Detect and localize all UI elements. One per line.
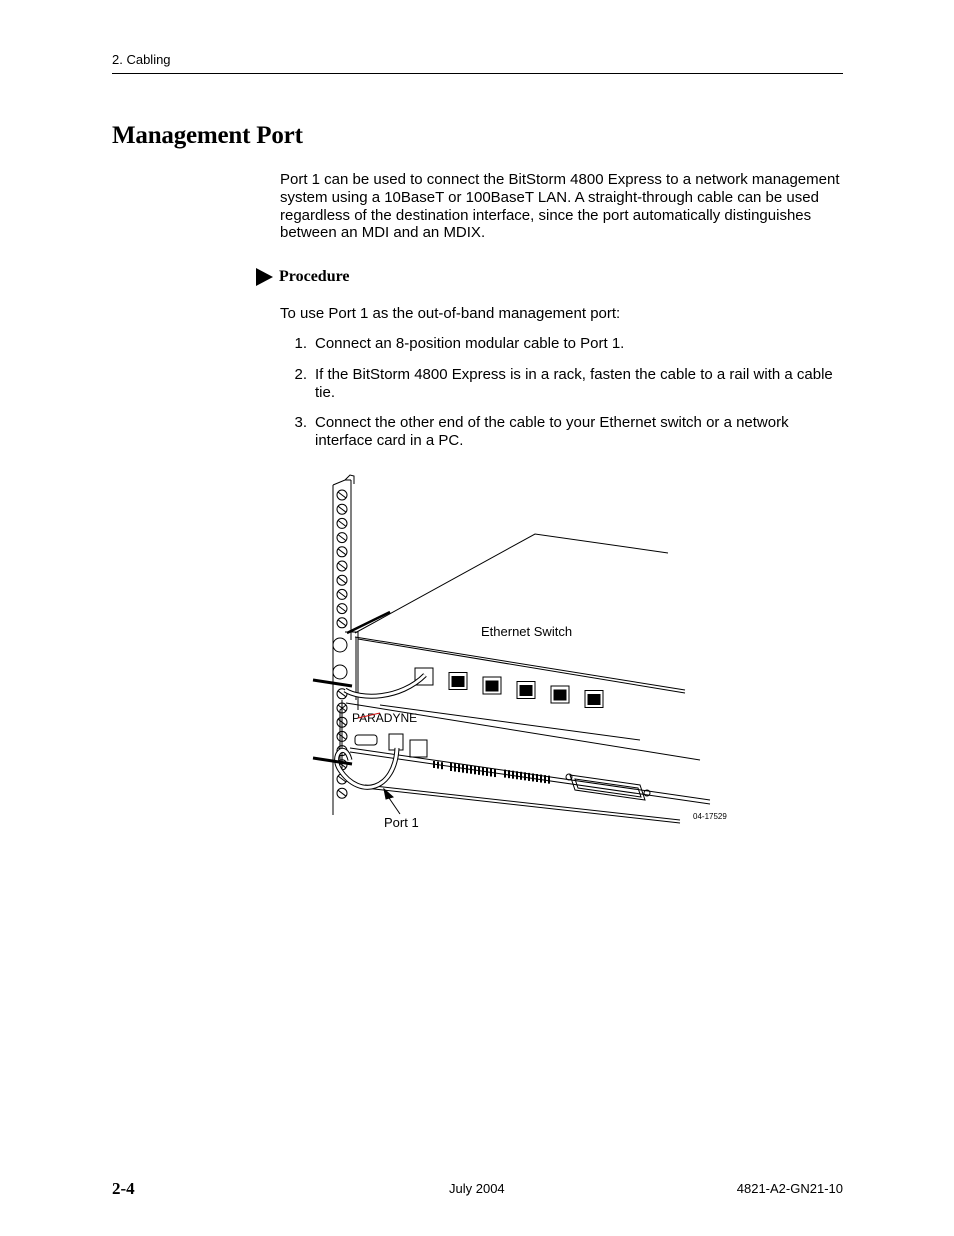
step-text: Connect the other end of the cable to yo… (315, 414, 789, 450)
procedure-steps: 1. Connect an 8-position modular cable t… (280, 335, 850, 463)
led-bank (433, 761, 550, 784)
rail-hole-slot (337, 605, 347, 612)
channel-led (516, 771, 518, 780)
status-led (433, 761, 435, 768)
procedure-label: Procedure (279, 268, 350, 285)
rail-hole-slot (337, 548, 347, 556)
section-title: Management Port (112, 122, 303, 149)
rail-hole-slot (337, 591, 347, 598)
figure-id: 04-17529 (693, 812, 727, 821)
cabling-figure: PARADYNE Ethernet Switch Port 1 04-17529 (312, 474, 727, 830)
port-1-label: Port 1 (384, 815, 419, 830)
rail-hole-slot (337, 562, 347, 570)
rail-screw (332, 637, 348, 653)
channel-led (474, 766, 476, 775)
switch-port-jack (451, 676, 465, 687)
channel-led (478, 766, 480, 775)
ethernet-switch-label: Ethernet Switch (481, 624, 572, 639)
rail-hole-slot (337, 520, 347, 527)
console-connector (354, 734, 378, 746)
triangle-right-icon (256, 268, 273, 286)
procedure-step: 2. If the BitStorm 4800 Express is in a … (280, 366, 850, 402)
port-1-jack (388, 733, 404, 751)
channel-led (462, 764, 464, 773)
channel-led (482, 767, 484, 776)
rail-hole-slot (337, 576, 347, 584)
brand-logo: PARADYNE (352, 711, 417, 725)
channel-led (532, 773, 534, 782)
rail-screw (332, 664, 348, 680)
switch-port-jack (553, 689, 567, 701)
step-number: 3. (294, 414, 307, 432)
step-text: If the BitStorm 4800 Express is in a rac… (315, 365, 833, 401)
status-led (441, 762, 443, 770)
rail-hole-slot (337, 491, 347, 499)
channel-led (540, 774, 542, 783)
switch-port-jack (519, 685, 533, 696)
channel-led (454, 763, 456, 772)
rail-hole-slot (337, 534, 347, 541)
channel-led (528, 772, 530, 781)
channel-led (536, 774, 538, 782)
channel-led (512, 770, 514, 779)
procedure-lead: To use Port 1 as the out-of-band managem… (280, 305, 621, 322)
channel-led (458, 764, 460, 773)
running-head: 2. Cabling (112, 52, 171, 67)
channel-led (494, 769, 496, 778)
intro-paragraph: Port 1 can be used to connect the BitSto… (280, 171, 840, 242)
channel-led (504, 769, 506, 778)
channel-led (548, 775, 550, 784)
channel-led (486, 767, 488, 776)
header-rule (112, 73, 843, 74)
switch-port-jack (587, 694, 601, 705)
status-led (437, 761, 439, 769)
step-text: Connect an 8-position modular cable to P… (315, 335, 625, 352)
channel-led (520, 771, 522, 780)
step-number: 2. (294, 365, 307, 383)
cables (312, 673, 427, 790)
rail-hole-slot (337, 789, 347, 797)
page-number: 2-4 (112, 1179, 135, 1198)
channel-led (544, 775, 546, 784)
procedure-step: 1. Connect an 8-position modular cable t… (280, 335, 850, 353)
channel-led (470, 765, 472, 774)
procedure-step: 3. Connect the other end of the cable to… (280, 414, 850, 450)
channel-led (450, 763, 452, 771)
switch-ports (414, 667, 604, 708)
document-number: 4821-A2-GN21-10 (736, 1181, 843, 1196)
switch-port-jack (485, 680, 499, 692)
channel-led (466, 765, 468, 774)
channel-led (524, 772, 526, 781)
procedure-heading: Procedure (256, 268, 350, 286)
channel-led (490, 768, 492, 777)
rail-hole-slot (337, 619, 347, 627)
channel-led (508, 770, 510, 779)
rail-hole-slot (337, 505, 347, 513)
step-number: 1. (294, 335, 307, 352)
lan-port (409, 739, 428, 758)
footer-date: July 2004 (449, 1181, 505, 1196)
port-1-pointer-arrow (383, 787, 401, 815)
